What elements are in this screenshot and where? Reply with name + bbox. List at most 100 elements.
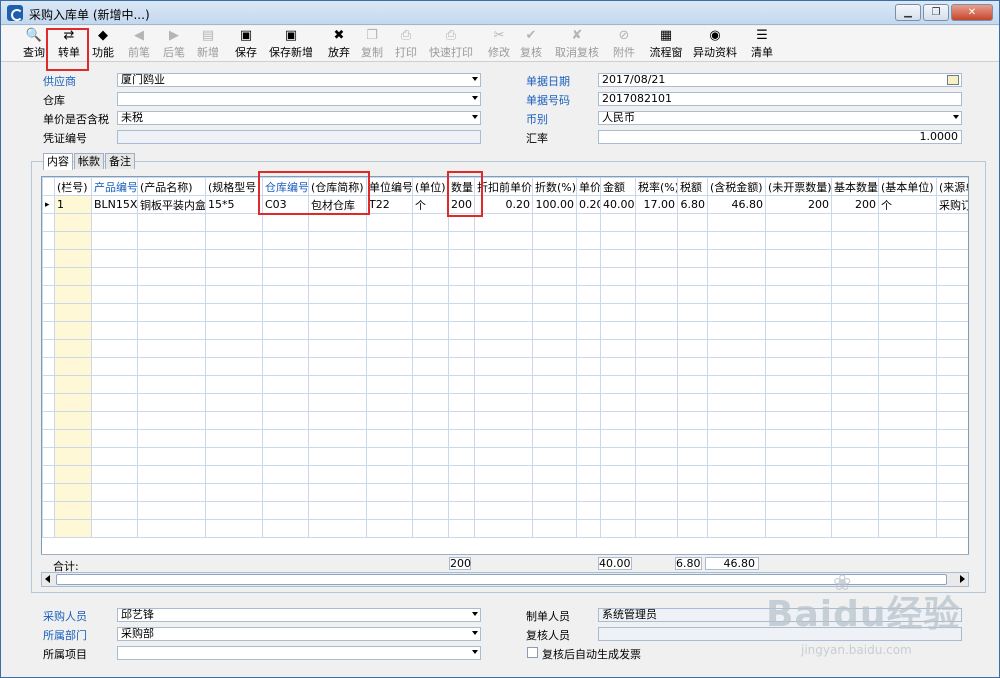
- column-header[interactable]: (单位): [412, 177, 449, 196]
- toolbar-button-12[interactable]: ✂ 修改: [485, 27, 513, 61]
- table-cell[interactable]: [91, 375, 138, 394]
- table-cell[interactable]: [765, 411, 832, 430]
- table-cell[interactable]: [936, 285, 968, 304]
- table-cell[interactable]: [474, 339, 533, 358]
- table-cell[interactable]: [831, 519, 879, 538]
- table-cell[interactable]: [205, 249, 263, 268]
- table-cell[interactable]: [600, 321, 636, 340]
- table-cell[interactable]: [308, 375, 367, 394]
- table-cell[interactable]: [308, 285, 367, 304]
- table-cell[interactable]: [137, 501, 206, 520]
- table-cell[interactable]: [765, 357, 832, 376]
- table-cell[interactable]: [765, 375, 832, 394]
- table-cell[interactable]: [635, 429, 678, 448]
- table-cell[interactable]: [448, 411, 475, 430]
- table-cell[interactable]: [600, 357, 636, 376]
- table-cell[interactable]: [366, 519, 413, 538]
- table-row[interactable]: [42, 339, 968, 358]
- table-cell[interactable]: [532, 213, 577, 232]
- table-cell[interactable]: [448, 429, 475, 448]
- column-header[interactable]: (含税金额): [707, 177, 766, 196]
- exchange-rate-field[interactable]: 1.0000: [598, 130, 962, 144]
- table-cell[interactable]: [366, 321, 413, 340]
- table-cell[interactable]: 个: [878, 195, 937, 214]
- column-header[interactable]: 金额: [600, 177, 636, 196]
- table-cell[interactable]: [532, 285, 577, 304]
- table-cell[interactable]: [474, 357, 533, 376]
- table-cell[interactable]: [412, 483, 449, 502]
- table-cell[interactable]: [635, 249, 678, 268]
- table-cell[interactable]: [878, 357, 937, 376]
- table-cell[interactable]: [677, 501, 708, 520]
- toolbar-button-4[interactable]: ▶ 后笔: [161, 27, 187, 61]
- table-cell[interactable]: [137, 213, 206, 232]
- table-cell[interactable]: [878, 465, 937, 484]
- table-cell[interactable]: [600, 483, 636, 502]
- table-cell[interactable]: [635, 267, 678, 286]
- table-cell[interactable]: [262, 357, 309, 376]
- table-cell[interactable]: [576, 465, 601, 484]
- table-cell[interactable]: [635, 285, 678, 304]
- table-cell[interactable]: [936, 465, 968, 484]
- table-cell[interactable]: [831, 429, 879, 448]
- table-cell[interactable]: [707, 483, 766, 502]
- table-cell[interactable]: [936, 303, 968, 322]
- table-cell[interactable]: [54, 303, 92, 322]
- table-cell[interactable]: [412, 411, 449, 430]
- toolbar-button-3[interactable]: ◀ 前笔: [126, 27, 152, 61]
- table-cell[interactable]: T22: [366, 195, 413, 214]
- table-cell[interactable]: [532, 447, 577, 466]
- table-cell[interactable]: [635, 483, 678, 502]
- table-cell[interactable]: [532, 429, 577, 448]
- table-cell[interactable]: [635, 501, 678, 520]
- table-cell[interactable]: [600, 285, 636, 304]
- tax-included-select[interactable]: 未税: [117, 111, 481, 125]
- table-row[interactable]: ▸1BLN15X5铜板平装内盒15*5C03包材仓库T22个2000.20100…: [42, 195, 968, 214]
- table-cell[interactable]: [262, 249, 309, 268]
- table-cell[interactable]: [831, 231, 879, 250]
- table-cell[interactable]: [137, 447, 206, 466]
- table-cell[interactable]: [366, 483, 413, 502]
- table-cell[interactable]: [262, 429, 309, 448]
- table-cell[interactable]: [366, 429, 413, 448]
- table-row[interactable]: [42, 411, 968, 430]
- toolbar-button-7[interactable]: ▣ 保存新增: [267, 27, 315, 61]
- table-cell[interactable]: [205, 501, 263, 520]
- scroll-left-icon[interactable]: [45, 575, 50, 583]
- column-header[interactable]: 税额: [677, 177, 708, 196]
- table-cell[interactable]: [600, 267, 636, 286]
- table-cell[interactable]: 46.80: [707, 195, 766, 214]
- toolbar-button-11[interactable]: ⎙ 快速打印: [428, 27, 474, 61]
- column-header[interactable]: 税率(%): [635, 177, 678, 196]
- table-cell[interactable]: [205, 321, 263, 340]
- tab-content[interactable]: 内容: [43, 153, 73, 170]
- table-cell[interactable]: [765, 321, 832, 340]
- table-cell[interactable]: [936, 339, 968, 358]
- table-cell[interactable]: [707, 285, 766, 304]
- table-cell[interactable]: [308, 393, 367, 412]
- tab-accounts[interactable]: 帐款: [74, 153, 104, 169]
- table-cell[interactable]: [600, 393, 636, 412]
- table-cell[interactable]: [137, 285, 206, 304]
- table-cell[interactable]: [262, 393, 309, 412]
- table-row[interactable]: [42, 303, 968, 322]
- table-cell[interactable]: [91, 231, 138, 250]
- table-cell[interactable]: [448, 249, 475, 268]
- table-cell[interactable]: [878, 231, 937, 250]
- table-cell[interactable]: [91, 321, 138, 340]
- table-cell[interactable]: [677, 339, 708, 358]
- table-cell[interactable]: [831, 339, 879, 358]
- table-cell[interactable]: [532, 393, 577, 412]
- table-cell[interactable]: [576, 267, 601, 286]
- table-cell[interactable]: [831, 303, 879, 322]
- table-cell[interactable]: [831, 213, 879, 232]
- table-cell[interactable]: [308, 483, 367, 502]
- table-cell[interactable]: [677, 447, 708, 466]
- table-cell[interactable]: [635, 303, 678, 322]
- toolbar-button-14[interactable]: ✘ 取消复核: [555, 27, 599, 61]
- table-cell[interactable]: [474, 501, 533, 520]
- table-cell[interactable]: [878, 519, 937, 538]
- table-cell[interactable]: [54, 285, 92, 304]
- table-cell[interactable]: [54, 339, 92, 358]
- table-cell[interactable]: [576, 429, 601, 448]
